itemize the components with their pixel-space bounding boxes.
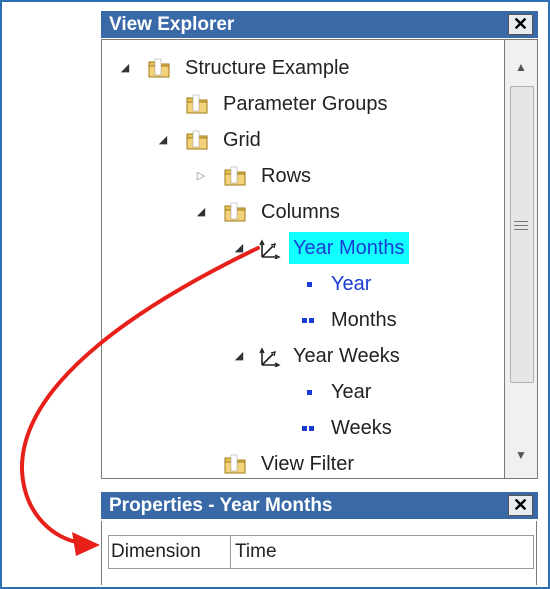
level-icon xyxy=(307,390,312,395)
tree-node-label: Year Weeks xyxy=(293,345,400,367)
close-icon: ✕ xyxy=(512,14,529,34)
properties-close-button[interactable]: ✕ xyxy=(508,495,533,516)
tree-node-columns[interactable]: ◢ Columns xyxy=(194,196,494,228)
tree-node-label: Structure Example xyxy=(185,57,350,79)
dimension-icon xyxy=(259,239,281,259)
scroll-thumb[interactable] xyxy=(510,86,534,383)
tree-node-year-level[interactable]: Year xyxy=(300,268,490,300)
tree-node-label: Year xyxy=(331,273,372,295)
tree-node-label: Grid xyxy=(223,129,261,151)
tree-node-label: Columns xyxy=(261,201,340,223)
folder-icon xyxy=(186,94,208,114)
tree-node-label: Weeks xyxy=(331,417,392,439)
folder-icon xyxy=(224,166,246,186)
view-explorer-title: View Explorer xyxy=(109,14,235,35)
tree-node-weeks-level[interactable]: Weeks xyxy=(300,412,490,444)
tree-node-label: Parameter Groups xyxy=(223,93,388,115)
properties-grid: Dimension Time xyxy=(101,521,537,585)
scroll-down-icon[interactable]: ▼ xyxy=(505,444,537,466)
scroll-up-icon[interactable]: ▲ xyxy=(505,56,537,78)
expanded-toggle-icon[interactable]: ◢ xyxy=(232,232,246,264)
tree-scrollbar[interactable]: ▲ ▼ xyxy=(504,39,538,479)
level-icon xyxy=(307,282,312,287)
property-value[interactable]: Time xyxy=(231,536,533,568)
folder-icon xyxy=(224,454,246,474)
tree-node-label: View Filter xyxy=(261,453,354,475)
tree-node-view-filter[interactable]: View Filter xyxy=(194,448,494,478)
tree-node-label: Year Months xyxy=(289,232,409,264)
level-icon xyxy=(309,426,314,431)
tree-node-rows[interactable]: ▷ Rows xyxy=(194,160,494,192)
folder-icon xyxy=(224,202,246,222)
collapsed-toggle-icon[interactable]: ▷ xyxy=(194,160,208,192)
tree-node-parameter-groups[interactable]: Parameter Groups xyxy=(156,88,496,120)
view-explorer-close-button[interactable]: ✕ xyxy=(508,14,533,35)
properties-header: Properties - Year Months ✕ xyxy=(101,492,538,519)
tree-node-year-level[interactable]: Year xyxy=(300,376,490,408)
level-icon xyxy=(302,318,307,323)
dimension-icon xyxy=(259,347,281,367)
tree-node-structure-example[interactable]: ◢ Structure Example xyxy=(118,52,498,84)
property-row[interactable]: Dimension Time xyxy=(108,535,534,569)
view-explorer-header: View Explorer ✕ xyxy=(101,11,538,38)
level-icon xyxy=(309,318,314,323)
tree-node-label: Year xyxy=(331,381,372,403)
folder-icon xyxy=(148,58,170,78)
close-icon: ✕ xyxy=(512,495,529,515)
expanded-toggle-icon[interactable]: ◢ xyxy=(194,196,208,228)
property-name: Dimension xyxy=(109,536,231,568)
tree-node-year-weeks[interactable]: ◢ Year Weeks xyxy=(232,340,492,372)
level-icon xyxy=(302,426,307,431)
tree-node-label: Rows xyxy=(261,165,312,187)
tree-node-months-level[interactable]: Months xyxy=(300,304,490,336)
expanded-toggle-icon[interactable]: ◢ xyxy=(156,124,170,156)
tree-node-label: Months xyxy=(331,309,397,331)
expanded-toggle-icon[interactable]: ◢ xyxy=(118,52,132,84)
scroll-grip-icon xyxy=(514,221,528,233)
tree-node-year-months[interactable]: ◢ Year Months xyxy=(232,232,492,264)
folder-icon xyxy=(186,130,208,150)
tree-node-grid[interactable]: ◢ Grid xyxy=(156,124,496,156)
properties-title: Properties - Year Months xyxy=(109,495,333,516)
expanded-toggle-icon[interactable]: ◢ xyxy=(232,340,246,372)
